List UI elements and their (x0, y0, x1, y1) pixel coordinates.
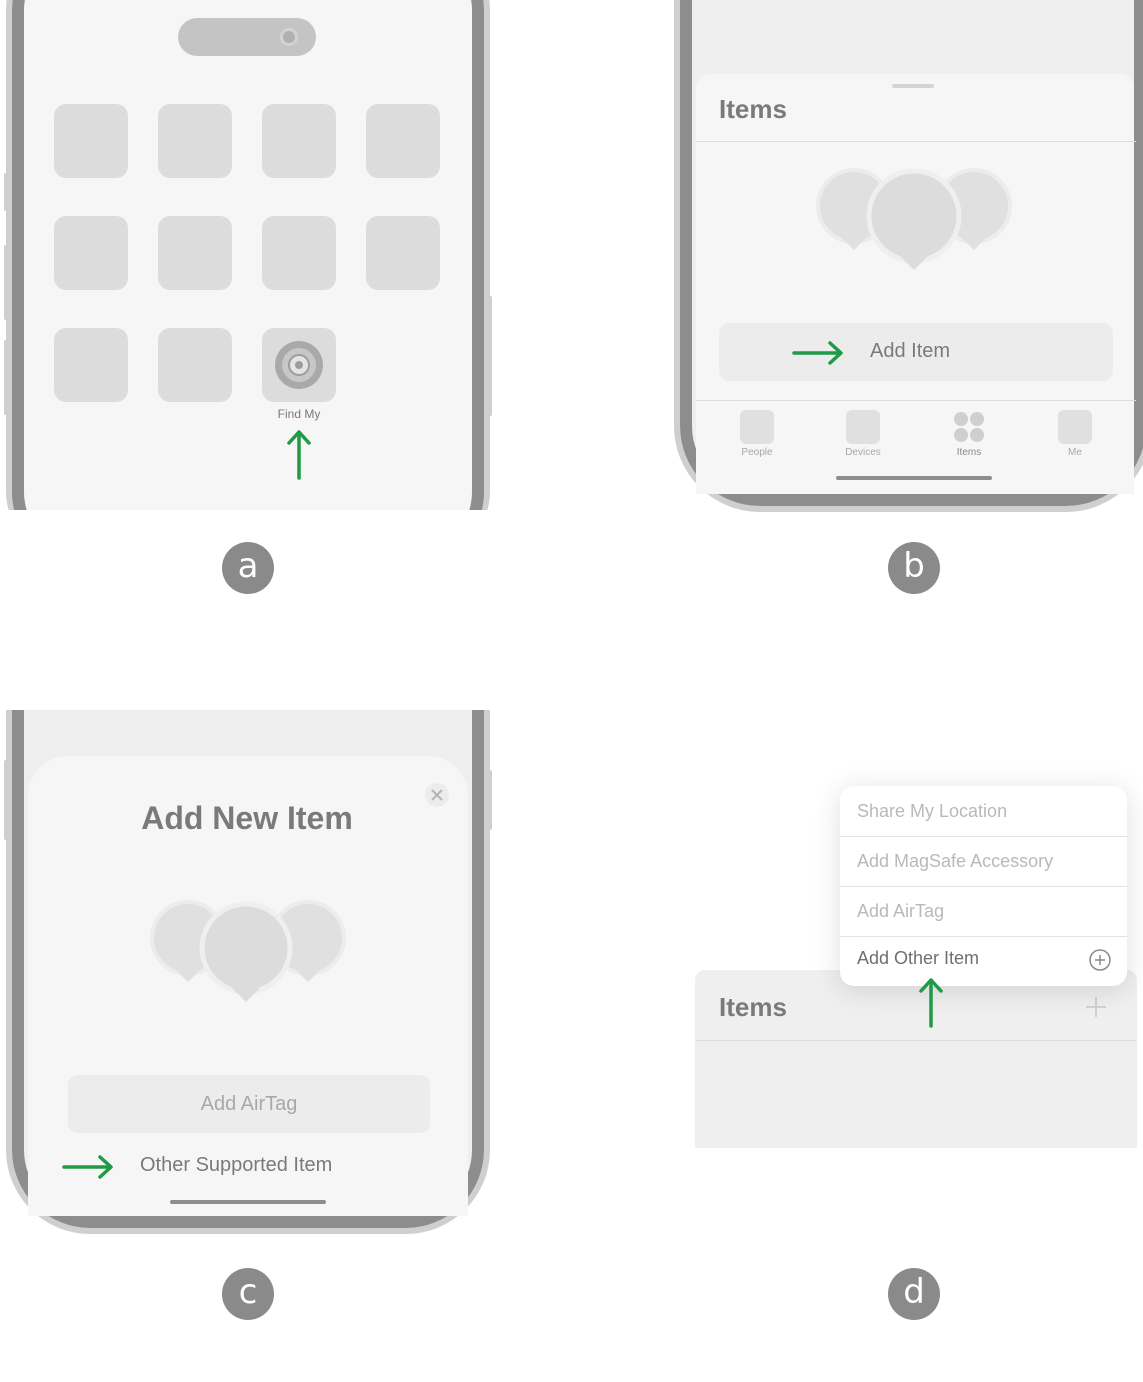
items-placeholder-icon (816, 168, 1012, 270)
add-item-label: Add Item (870, 340, 951, 362)
menu-item-share-location[interactable]: Share My Location (840, 786, 1127, 836)
plus-circle-icon (1089, 949, 1111, 971)
app-tile[interactable] (54, 328, 128, 402)
find-my-label: Find My (277, 407, 321, 421)
step-badge-c: c (222, 1268, 274, 1320)
menu-item-add-magsafe[interactable]: Add MagSafe Accessory (840, 836, 1127, 886)
app-tile[interactable] (54, 104, 128, 178)
sheet-grabber[interactable] (892, 84, 934, 88)
items-title: Items (719, 992, 787, 1022)
side-button (4, 760, 8, 840)
tab-me-icon[interactable] (1058, 410, 1092, 444)
arrow-right-icon (792, 341, 843, 365)
side-button (488, 770, 492, 830)
app-tile[interactable] (158, 104, 232, 178)
arrow-right-icon (62, 1155, 113, 1179)
other-supported-item-link[interactable]: Other Supported Item (140, 1154, 332, 1177)
app-tile[interactable] (262, 104, 336, 178)
step-badge-a: a (222, 542, 274, 594)
home-indicator (836, 476, 992, 480)
menu-item-add-other-item[interactable]: Add Other Item (840, 933, 1127, 983)
tab-me-label[interactable]: Me (1035, 447, 1115, 458)
add-new-item-title: Add New Item (141, 800, 353, 836)
app-tile[interactable] (366, 216, 440, 290)
app-tile[interactable] (54, 216, 128, 290)
add-airtag-label: Add AirTag (200, 1093, 298, 1115)
step-badge-d: d (888, 1268, 940, 1320)
tab-devices-label[interactable]: Devices (823, 447, 903, 458)
plus-icon[interactable] (1084, 995, 1108, 1019)
tab-devices-icon[interactable] (846, 410, 880, 444)
side-button (4, 173, 8, 211)
step-badge-b: b (888, 542, 940, 594)
divider (695, 1040, 1137, 1041)
side-button (488, 296, 492, 416)
side-button (4, 340, 8, 415)
find-my-app-tile[interactable] (262, 328, 336, 402)
camera-dot (280, 28, 298, 46)
side-button (4, 245, 8, 320)
panel-b: Items Add Item People Devices Items Me (660, 0, 1143, 520)
arrow-up-icon (287, 430, 311, 480)
items-title: Items (719, 94, 787, 124)
app-tile[interactable] (158, 328, 232, 402)
tab-people-label[interactable]: People (717, 447, 797, 458)
app-tile[interactable] (158, 216, 232, 290)
tab-people-icon[interactable] (740, 410, 774, 444)
app-tile[interactable] (366, 104, 440, 178)
home-indicator (170, 1200, 326, 1204)
panel-c: Add New Item Add AirTag Other Supported … (0, 710, 500, 1240)
tab-items-label[interactable]: Items (929, 447, 1009, 458)
find-my-icon-center (295, 361, 303, 369)
add-menu: Share My Location Add MagSafe Accessory … (840, 786, 1127, 986)
panel-a: Find My (0, 0, 500, 510)
menu-item-add-airtag[interactable]: Add AirTag (840, 886, 1127, 936)
tab-bar-divider (696, 400, 1136, 401)
arrow-up-icon (919, 978, 943, 1028)
app-tile[interactable] (262, 216, 336, 290)
tab-items-icon[interactable] (952, 410, 986, 444)
divider (696, 141, 1136, 142)
items-placeholder-icon (150, 900, 346, 1002)
